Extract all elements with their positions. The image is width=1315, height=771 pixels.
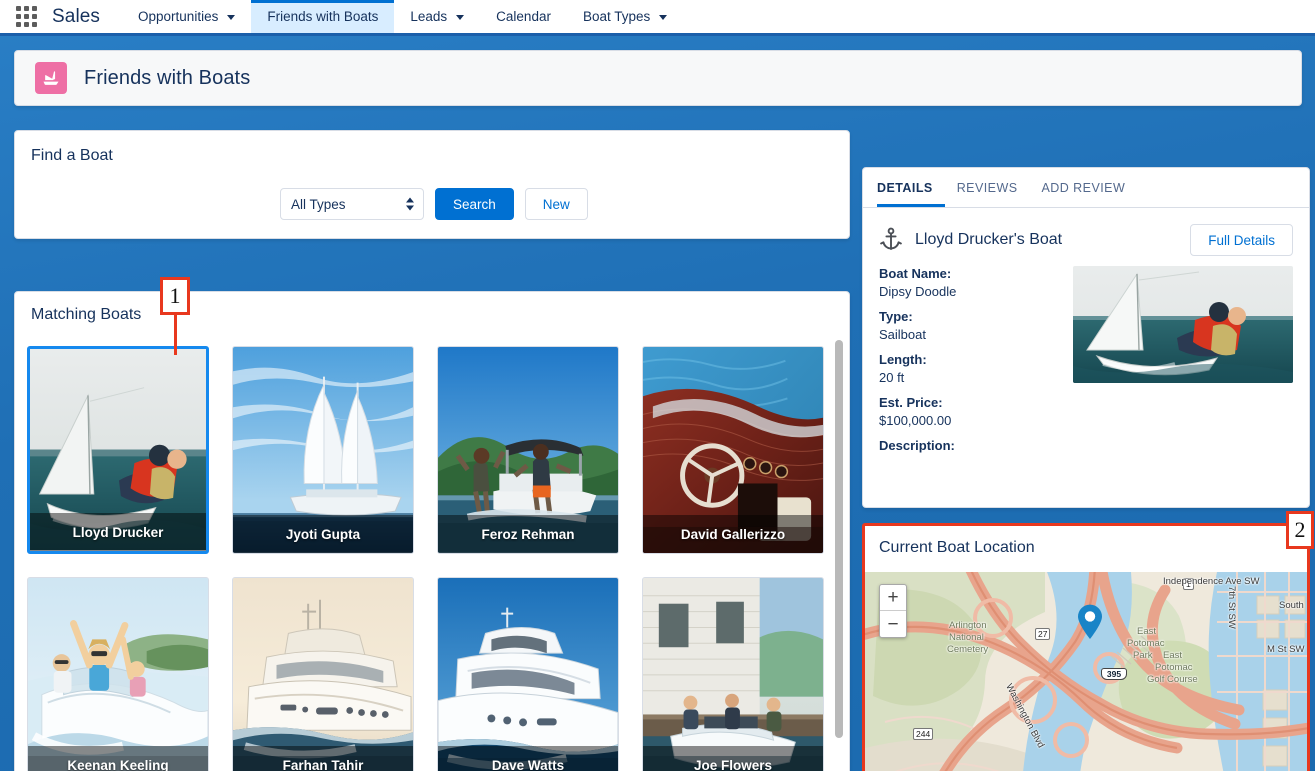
boat-detail-photo <box>1073 266 1293 383</box>
leaflet-map[interactable]: + − 27 244 1 395 Arlington National Ceme… <box>865 572 1307 771</box>
field-label-boat-name: Boat Name: <box>879 266 952 281</box>
tab-reviews[interactable]: REVIEWS <box>945 168 1030 207</box>
chevron-down-icon[interactable] <box>227 15 236 20</box>
app-launcher-grid-icon <box>15 6 37 27</box>
matching-boats-scroll-region[interactable]: Lloyd Drucker Jyoti Gupta Feroz Rehman D… <box>15 336 849 771</box>
tab-add-review[interactable]: ADD REVIEW <box>1030 168 1138 207</box>
annotation-marker-2: 2 <box>1286 511 1314 549</box>
boat-tile-label: David Gallerizzo <box>643 515 823 553</box>
details-body: Boat Name: Dipsy Doodle Type: Sailboat L… <box>863 256 1309 456</box>
boat-tile-label: Lloyd Drucker <box>30 513 206 551</box>
matching-boats-card: Matching Boats Lloyd Drucker Jyoti Gupta… <box>14 291 850 771</box>
field-value-est-price: $100,000.00 <box>879 413 952 428</box>
chevron-down-icon[interactable] <box>659 15 668 20</box>
boat-icon <box>35 62 67 94</box>
boat-tile-label: Dave Watts <box>438 746 618 771</box>
boat-name-heading: Lloyd Drucker's Boat <box>915 231 1063 248</box>
matching-boats-title: Matching Boats <box>31 306 142 323</box>
nav-items: Opportunities Friends with Boats Leads C… <box>122 0 683 33</box>
app-launcher-button[interactable] <box>0 0 52 33</box>
boat-tile[interactable]: David Gallerizzo <box>642 346 824 554</box>
full-details-button[interactable]: Full Details <box>1190 224 1293 256</box>
route-shield-244: 244 <box>913 728 934 740</box>
boat-tile[interactable]: Keenan Keeling <box>27 577 209 771</box>
annotation-marker-1: 1 <box>160 277 190 315</box>
nav-item-opportunities[interactable]: Opportunities <box>122 0 251 33</box>
boat-photo <box>28 578 208 771</box>
boat-details-card: DETAILS REVIEWS ADD REVIEW Lloyd Drucker… <box>862 167 1310 508</box>
boat-tile[interactable]: Jyoti Gupta <box>232 346 414 554</box>
chevron-down-icon[interactable] <box>456 15 465 20</box>
boat-type-selected-value: All Types <box>291 196 346 212</box>
nav-item-label: Boat Types <box>582 9 651 24</box>
boat-photo <box>233 578 413 771</box>
field-label-type: Type: <box>879 309 913 324</box>
boat-tile-label: Jyoti Gupta <box>233 515 413 553</box>
current-boat-location-card: Current Boat Location + − 27 244 1 395 A… <box>862 523 1310 771</box>
boat-tile-selected[interactable]: Lloyd Drucker <box>27 346 209 554</box>
boat-tile-label: Joe Flowers <box>643 746 823 771</box>
route-shield-1: 1 <box>1183 578 1194 590</box>
field-label-est-price: Est. Price: <box>879 395 943 410</box>
boat-tile[interactable]: Joe Flowers <box>642 577 824 771</box>
search-button[interactable]: Search <box>435 188 514 220</box>
route-shield-27: 27 <box>1035 628 1051 640</box>
boat-tile-label: Farhan Tahir <box>233 746 413 771</box>
boat-tile[interactable]: Feroz Rehman <box>437 346 619 554</box>
nav-item-friends-with-boats[interactable]: Friends with Boats <box>251 0 395 33</box>
boat-tile-grid: Lloyd Drucker Jyoti Gupta Feroz Rehman D… <box>27 346 837 771</box>
nav-item-calendar[interactable]: Calendar <box>480 0 567 33</box>
stepper-arrows-icon <box>406 197 414 211</box>
nav-item-label: Calendar <box>496 9 551 24</box>
app-name-label: Sales <box>52 5 101 27</box>
nav-item-boat-types[interactable]: Boat Types <box>567 0 683 33</box>
global-navigation-bar: Sales Opportunities Friends with Boats L… <box>0 0 1315 36</box>
field-value-boat-name: Dipsy Doodle <box>879 284 957 299</box>
boat-type-select[interactable]: All Types <box>280 188 424 220</box>
scrollbar-thumb[interactable] <box>835 340 843 738</box>
anchor-icon <box>879 227 903 253</box>
field-value-type: Sailboat <box>879 327 926 342</box>
matching-boats-scrollbar[interactable] <box>832 338 846 771</box>
nav-item-label: Opportunities <box>138 9 219 24</box>
field-label-length: Length: <box>879 352 927 367</box>
find-a-boat-title: Find a Boat <box>31 147 113 164</box>
tab-details[interactable]: DETAILS <box>877 168 945 207</box>
boat-location-marker-icon[interactable] <box>1077 604 1103 645</box>
new-button[interactable]: New <box>524 188 588 220</box>
boat-tile[interactable]: Farhan Tahir <box>232 577 414 771</box>
map-zoom-controls[interactable]: + − <box>879 584 907 638</box>
zoom-in-button[interactable]: + <box>880 585 906 611</box>
zoom-out-button[interactable]: − <box>880 611 906 637</box>
nav-item-label: Friends with Boats <box>267 9 379 24</box>
details-header: Lloyd Drucker's Boat Full Details <box>863 208 1309 256</box>
boat-tile[interactable]: Dave Watts <box>437 577 619 771</box>
map-title: Current Boat Location <box>879 539 1035 556</box>
find-a-boat-controls: All Types Search New <box>280 188 588 220</box>
route-shield-395: 395 <box>1101 668 1127 680</box>
nav-item-leads[interactable]: Leads <box>394 0 480 33</box>
boat-photo <box>438 578 618 771</box>
page-header: Friends with Boats <box>14 50 1302 106</box>
find-a-boat-card: Find a Boat All Types Search New <box>14 130 850 239</box>
boat-tile-label: Keenan Keeling <box>28 746 208 771</box>
boat-tile-label: Feroz Rehman <box>438 515 618 553</box>
nav-item-label: Leads <box>410 9 448 24</box>
map-tiles <box>865 572 1307 771</box>
boat-field-list: Boat Name: Dipsy Doodle Type: Sailboat L… <box>879 266 1067 456</box>
details-tabs: DETAILS REVIEWS ADD REVIEW <box>863 168 1309 208</box>
boat-photo <box>643 578 823 771</box>
annotation-1-connector <box>174 315 177 355</box>
field-value-length: 20 ft <box>879 370 905 385</box>
page-title: Friends with Boats <box>84 66 251 89</box>
field-label-description: Description: <box>879 438 955 453</box>
